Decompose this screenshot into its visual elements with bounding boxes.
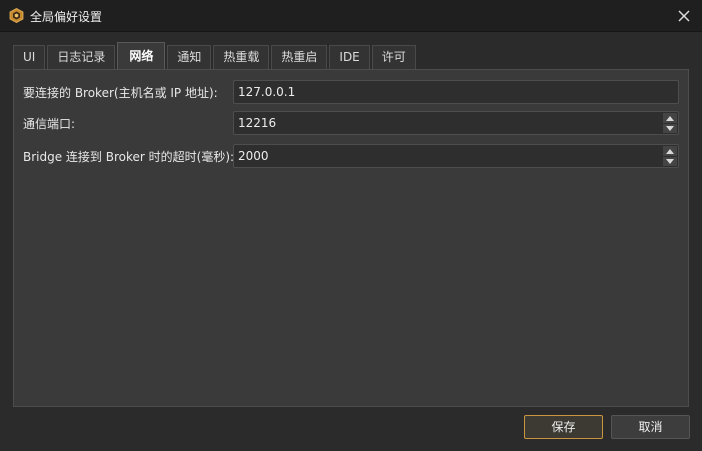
tab-ui[interactable]: UI [13,45,46,69]
preferences-dialog: 全局偏好设置 UI 日志记录 网络 通知 热重载 热重启 IDE 许可 要连接的… [0,0,702,451]
timeout-spinbox [233,144,679,168]
port-increment-button[interactable] [663,113,677,123]
app-logo-icon [9,8,24,23]
arrow-up-icon [666,115,674,121]
timeout-input[interactable] [234,145,662,167]
port-decrement-button[interactable] [663,123,677,133]
arrow-up-icon [666,148,674,154]
save-button[interactable]: 保存 [524,415,603,439]
timeout-row: Bridge 连接到 Broker 时的超时(毫秒): [14,144,690,168]
tab-hot-restart[interactable]: 热重启 [271,45,328,69]
window-title: 全局偏好设置 [30,10,103,24]
port-spinner [663,113,677,133]
timeout-label: Bridge 连接到 Broker 时的超时(毫秒): [23,150,235,164]
broker-host-row: 要连接的 Broker(主机名或 IP 地址): [14,80,690,104]
broker-host-field [233,80,679,104]
port-label: 通信端口: [23,117,76,131]
title-bar: 全局偏好设置 [0,0,702,32]
port-spinbox [233,111,679,135]
cancel-button[interactable]: 取消 [611,415,690,439]
network-settings-panel: 要连接的 Broker(主机名或 IP 地址): 通信端口: B [13,69,689,407]
port-input[interactable] [234,112,662,134]
timeout-decrement-button[interactable] [663,156,677,166]
tab-network[interactable]: 网络 [117,42,166,69]
timeout-spinner [663,146,677,166]
broker-host-input[interactable] [234,81,678,103]
broker-host-label: 要连接的 Broker(主机名或 IP 地址): [23,86,218,100]
arrow-down-icon [666,159,674,164]
timeout-increment-button[interactable] [663,146,677,156]
tab-license[interactable]: 许可 [371,45,416,69]
tab-notifications[interactable]: 通知 [167,45,212,69]
close-icon[interactable] [674,6,694,26]
tab-bar: UI 日志记录 网络 通知 热重载 热重启 IDE 许可 [13,42,418,69]
tab-logging[interactable]: 日志记录 [47,45,116,69]
arrow-down-icon [666,126,674,131]
tab-ide[interactable]: IDE [329,45,370,69]
tab-hot-reload[interactable]: 热重载 [213,45,270,69]
port-row: 通信端口: [14,111,690,135]
